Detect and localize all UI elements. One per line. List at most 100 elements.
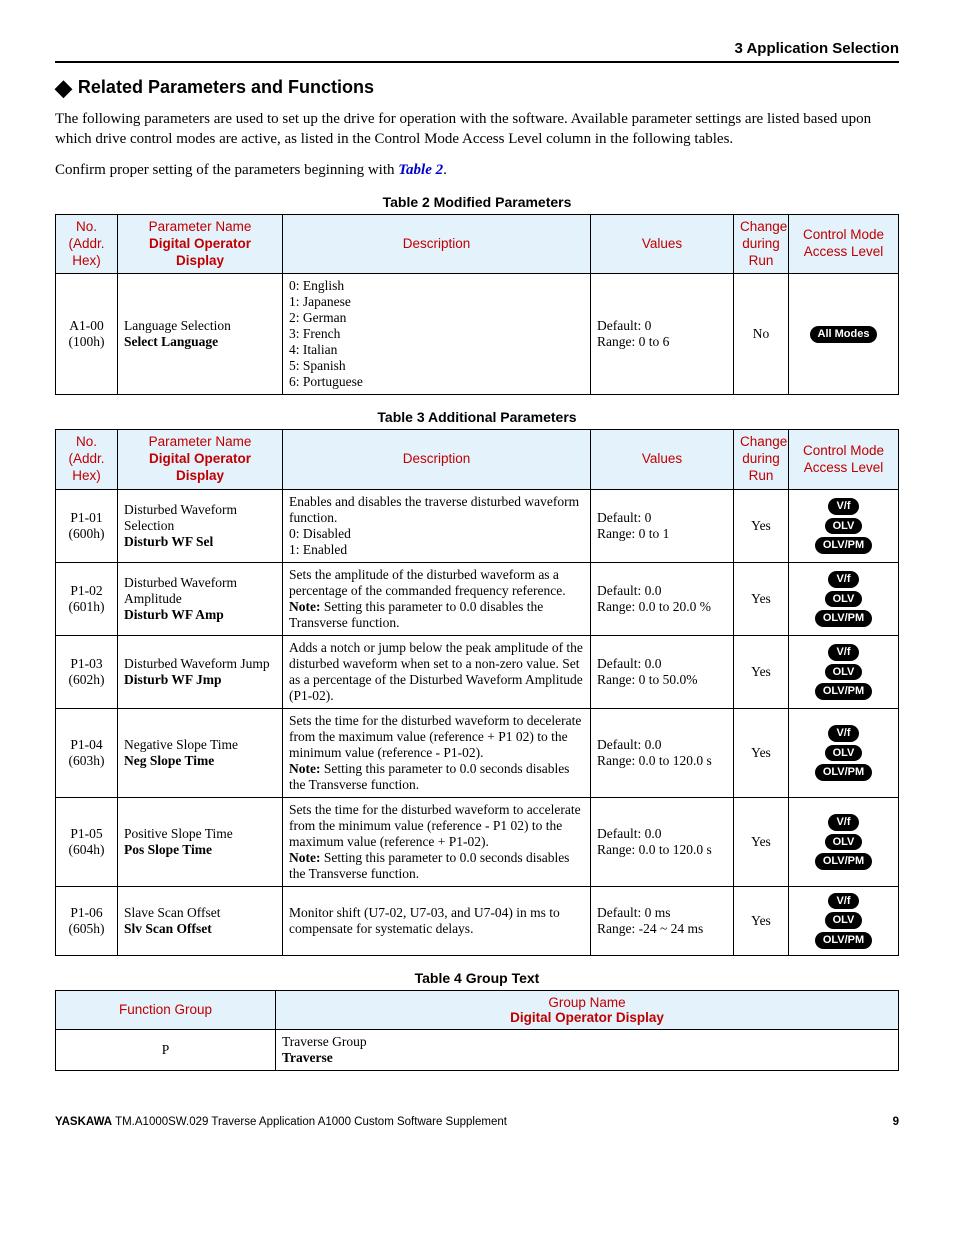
mode-badge: OLV (825, 591, 863, 608)
cell-mode: V/f OLV OLV/PM (789, 709, 899, 798)
th-no: No. (Addr. Hex) (56, 214, 118, 274)
cell-name: Disturbed Waveform SelectionDisturb WF S… (118, 490, 283, 563)
th-chg: Change during Run (734, 430, 789, 490)
footer-page-number: 9 (893, 1116, 899, 1128)
footer-doc: TM.A1000SW.029 Traverse Application A100… (112, 1116, 507, 1128)
cell-desc: Sets the amplitude of the disturbed wave… (283, 563, 591, 636)
mode-badge: V/f (828, 571, 858, 588)
table-2-caption: Table 2 Modified Parameters (55, 194, 899, 210)
table-row: P1-02(601h)Disturbed Waveform AmplitudeD… (56, 563, 899, 636)
diamond-icon: ◆ (55, 77, 72, 99)
table-2-link[interactable]: Table 2 (398, 162, 443, 178)
footer-left: YASKAWA TM.A1000SW.029 Traverse Applicat… (55, 1116, 507, 1128)
page-section-header: 3 Application Selection (55, 40, 899, 61)
table-2-head: No. (Addr. Hex) Parameter NameDigital Op… (56, 214, 899, 274)
cell-name: Disturbed Waveform AmplitudeDisturb WF A… (118, 563, 283, 636)
section-heading-text: Related Parameters and Functions (78, 77, 374, 97)
mode-badge: OLV/PM (815, 932, 872, 949)
cell-no: P1-03(602h) (56, 636, 118, 709)
mode-badge: OLV/PM (815, 610, 872, 627)
cell-change: Yes (734, 709, 789, 798)
th-mode: Control Mode Access Level (789, 430, 899, 490)
cell-change: Yes (734, 887, 789, 956)
table-4: Function Group Group NameDigital Operato… (55, 990, 899, 1071)
table-3: No. (Addr. Hex) Parameter NameDigital Op… (55, 429, 899, 955)
cell-no: P1-05(604h) (56, 798, 118, 887)
cell-values: Default: 0Range: 0 to 6 (591, 274, 734, 395)
intro-paragraph-1: The following parameters are used to set… (55, 109, 899, 150)
cell-values: Default: 0.0Range: 0.0 to 20.0 % (591, 563, 734, 636)
th-desc: Description (283, 214, 591, 274)
table-row: P1-06(605h)Slave Scan OffsetSlv Scan Off… (56, 887, 899, 956)
cell-change: No (734, 274, 789, 395)
cell-change: Yes (734, 490, 789, 563)
cell-no: P1-04(603h) (56, 709, 118, 798)
cell-mode: V/f OLV OLV/PM (789, 563, 899, 636)
cell-desc: Sets the time for the disturbed waveform… (283, 798, 591, 887)
th-no: No. (Addr. Hex) (56, 430, 118, 490)
cell-name: Positive Slope TimePos Slope Time (118, 798, 283, 887)
mode-badge: OLV/PM (815, 683, 872, 700)
mode-badge: OLV/PM (815, 853, 872, 870)
cell-values: Default: 0 msRange: -24 ~ 24 ms (591, 887, 734, 956)
table-row: PTraverse GroupTraverse (56, 1029, 899, 1070)
cell-values: Default: 0Range: 0 to 1 (591, 490, 734, 563)
header-rule (55, 61, 899, 63)
cell-mode: V/f OLV OLV/PM (789, 798, 899, 887)
footer-brand: YASKAWA (55, 1116, 112, 1128)
cell-name: Language SelectionSelect Language (118, 274, 283, 395)
cell-values: Default: 0.0Range: 0.0 to 120.0 s (591, 798, 734, 887)
table-2: No. (Addr. Hex) Parameter NameDigital Op… (55, 214, 899, 396)
mode-badge: All Modes (810, 326, 878, 343)
cell-desc: Adds a notch or jump below the peak ampl… (283, 636, 591, 709)
mode-badge: OLV (825, 745, 863, 762)
th-desc: Description (283, 430, 591, 490)
mode-badge: OLV/PM (815, 764, 872, 781)
table-row: P1-04(603h)Negative Slope TimeNeg Slope … (56, 709, 899, 798)
cell-name: Slave Scan OffsetSlv Scan Offset (118, 887, 283, 956)
table-4-caption: Table 4 Group Text (55, 970, 899, 986)
th-chg: Change during Run (734, 214, 789, 274)
table-row: A1-00(100h)Language SelectionSelect Lang… (56, 274, 899, 395)
cell-desc: 0: English1: Japanese2: German3: French4… (283, 274, 591, 395)
th-group-name: Group NameDigital Operator Display (276, 990, 899, 1029)
cell-change: Yes (734, 636, 789, 709)
cell-change: Yes (734, 798, 789, 887)
cell-mode: V/fOLVOLV/PM (789, 887, 899, 956)
cell-no: P1-02(601h) (56, 563, 118, 636)
cell-desc: Sets the time for the disturbed waveform… (283, 709, 591, 798)
mode-badge: V/f (828, 644, 858, 661)
mode-badge: V/f (828, 893, 858, 910)
cell-desc: Enables and disables the traverse distur… (283, 490, 591, 563)
th-mode: Control Mode Access Level (789, 214, 899, 274)
mode-badge: V/f (828, 725, 858, 742)
mode-badge: V/f (828, 498, 858, 515)
cell-mode: V/fOLVOLV/PM (789, 490, 899, 563)
mode-badge: OLV (825, 834, 863, 851)
page-footer: YASKAWA TM.A1000SW.029 Traverse Applicat… (55, 1116, 899, 1128)
mode-badge: OLV (825, 664, 863, 681)
cell-mode: All Modes (789, 274, 899, 395)
table-row: P1-05(604h)Positive Slope TimePos Slope … (56, 798, 899, 887)
mode-badge: V/f (828, 814, 858, 831)
cell-values: Default: 0.0Range: 0 to 50.0% (591, 636, 734, 709)
cell-name: Disturbed Waveform JumpDisturb WF Jmp (118, 636, 283, 709)
th-val: Values (591, 214, 734, 274)
th-function-group: Function Group (56, 990, 276, 1029)
cell-group-name: Traverse GroupTraverse (276, 1029, 899, 1070)
table-row: P1-03(602h)Disturbed Waveform JumpDistur… (56, 636, 899, 709)
cell-mode: V/f OLV OLV/PM (789, 636, 899, 709)
table-row: P1-01(600h)Disturbed Waveform SelectionD… (56, 490, 899, 563)
cell-no: A1-00(100h) (56, 274, 118, 395)
table-3-head: No. (Addr. Hex) Parameter NameDigital Op… (56, 430, 899, 490)
th-val: Values (591, 430, 734, 490)
cell-values: Default: 0.0Range: 0.0 to 120.0 s (591, 709, 734, 798)
cell-change: Yes (734, 563, 789, 636)
section-heading: ◆ Related Parameters and Functions (55, 77, 899, 99)
table-3-caption: Table 3 Additional Parameters (55, 409, 899, 425)
th-name: Parameter NameDigital Operator Display (118, 214, 283, 274)
cell-no: P1-06(605h) (56, 887, 118, 956)
mode-badge: OLV/PM (815, 537, 872, 554)
cell-no: P1-01(600h) (56, 490, 118, 563)
cell-desc: Monitor shift (U7-02, U7-03, and U7-04) … (283, 887, 591, 956)
